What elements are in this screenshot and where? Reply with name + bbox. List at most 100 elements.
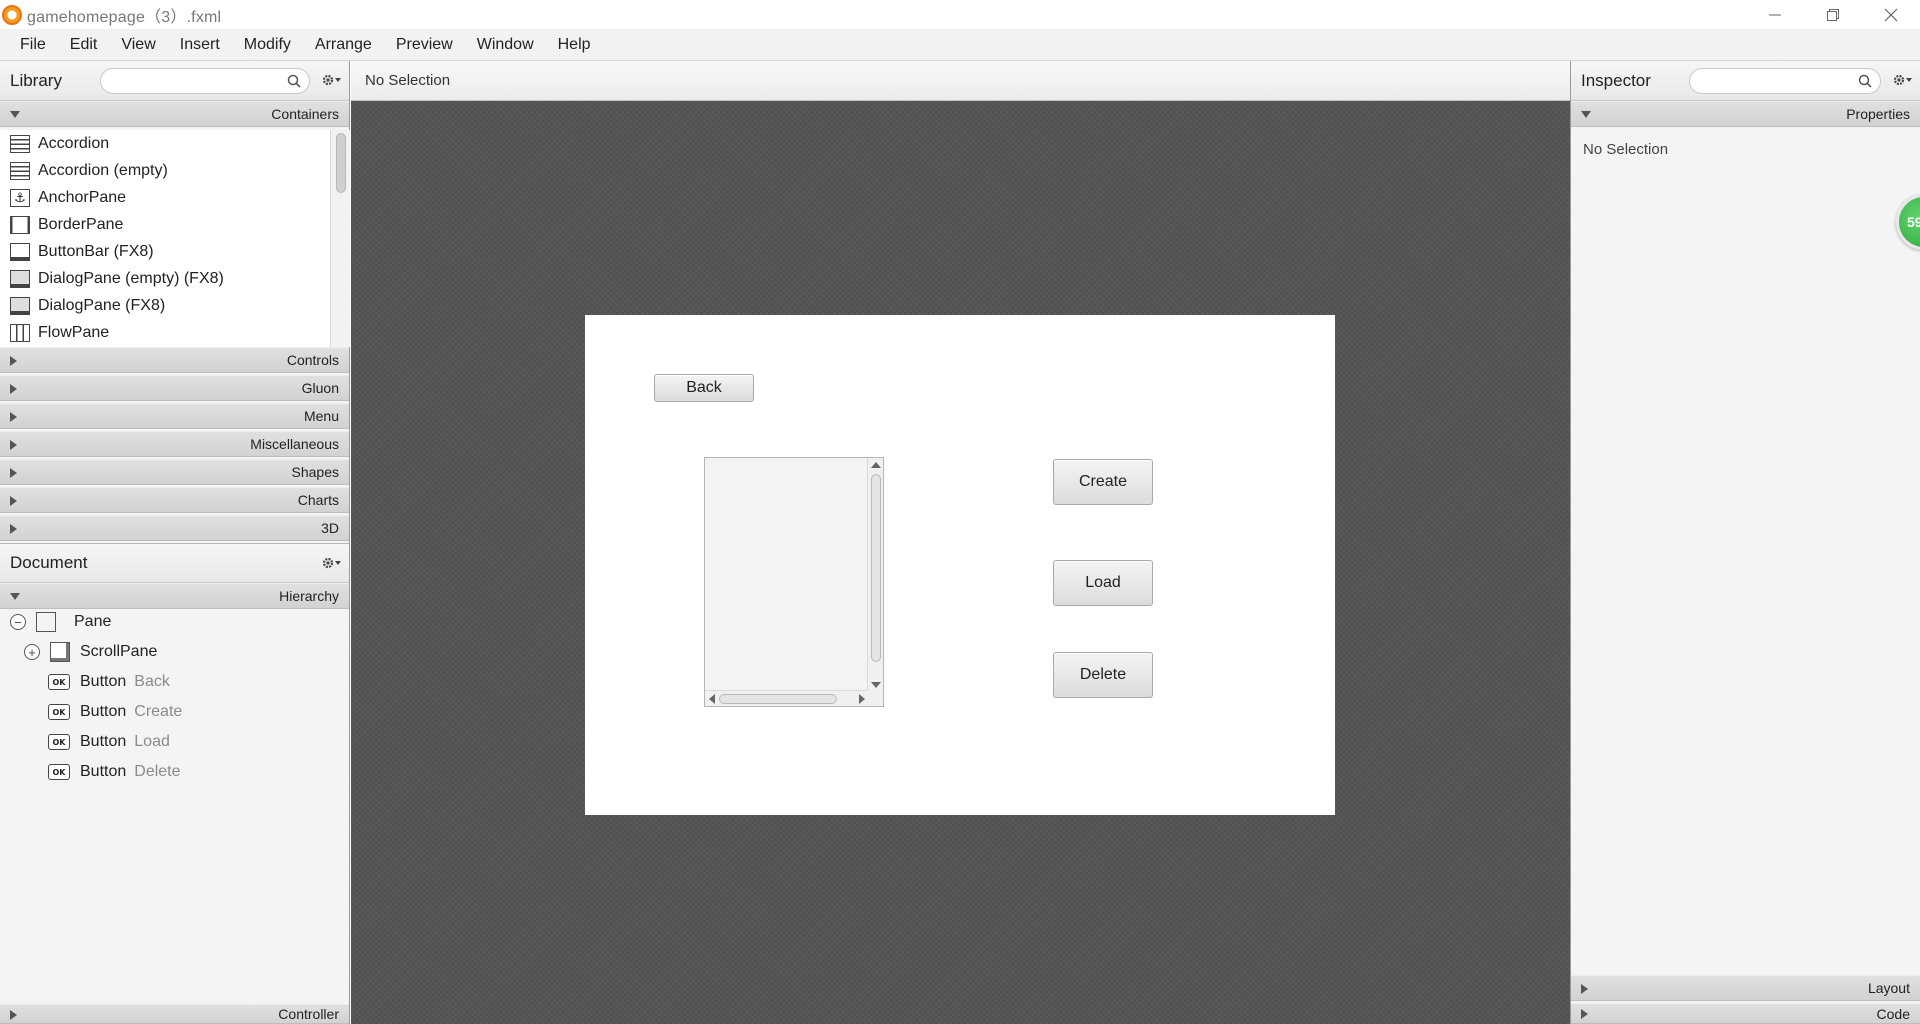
library-title: Library: [10, 70, 62, 90]
menu-preview[interactable]: Preview: [384, 36, 465, 54]
gear-icon: [322, 557, 341, 569]
menu-help[interactable]: Help: [546, 36, 603, 54]
close-button[interactable]: [1862, 0, 1920, 29]
library-search-input[interactable]: [100, 68, 310, 94]
scrollbar-thumb[interactable]: [871, 474, 881, 662]
library-item-dialogpane-empty[interactable]: DialogPane (empty) (FX8): [0, 265, 350, 292]
inspector-empty-text: No Selection: [1583, 141, 1669, 158]
vertical-scrollbar[interactable]: [867, 458, 883, 692]
library-item-accordion-empty[interactable]: Accordion (empty): [0, 157, 350, 184]
inspector-panel: Inspector Properties No Selection Layout…: [1570, 61, 1920, 1024]
scrollbar-thumb[interactable]: [719, 694, 837, 704]
section-controller[interactable]: Controller: [0, 1004, 349, 1024]
section-label: Properties: [1846, 106, 1910, 122]
document-settings-button[interactable]: [322, 556, 342, 570]
tree-node-button-back[interactable]: OK Button Back: [48, 667, 170, 697]
section-label: Controls: [286, 352, 339, 368]
library-item-anchorpane[interactable]: ⚓ AnchorPane: [0, 184, 350, 211]
section-menu[interactable]: Menu: [0, 403, 349, 429]
button-icon: OK: [48, 734, 70, 750]
library-item-flowpane[interactable]: FlowPane: [0, 319, 350, 346]
section-label: Miscellaneous: [250, 436, 339, 452]
library-item-label: Accordion (empty): [38, 161, 168, 179]
section-label: Gluon: [301, 380, 339, 396]
menu-insert[interactable]: Insert: [168, 36, 232, 54]
section-layout[interactable]: Layout: [1571, 975, 1920, 1001]
scroll-left-icon[interactable]: [709, 694, 715, 704]
menu-window[interactable]: Window: [465, 36, 546, 54]
inspector-settings-button[interactable]: [1893, 73, 1913, 87]
expand-icon: [10, 384, 17, 394]
horizontal-scrollbar[interactable]: [705, 690, 869, 706]
window-title: gamehomepage（3）.fxml: [27, 8, 222, 26]
menu-arrange[interactable]: Arrange: [303, 36, 384, 54]
scroll-right-icon[interactable]: [859, 694, 865, 704]
scroll-up-icon[interactable]: [871, 462, 881, 468]
gear-icon: [322, 74, 341, 86]
section-containers[interactable]: Containers: [0, 101, 349, 127]
tree-node-text: Create: [134, 703, 183, 720]
scrollbar-thumb[interactable]: [336, 133, 346, 193]
library-item-buttonbar[interactable]: ButtonBar (FX8): [0, 238, 350, 265]
section-charts[interactable]: Charts: [0, 487, 349, 513]
search-icon: [1858, 74, 1872, 88]
tree-node-button-load[interactable]: OK Button Load: [48, 727, 170, 757]
scroll-down-icon[interactable]: [871, 682, 881, 688]
menu-file[interactable]: File: [8, 36, 58, 54]
library-item-label: ButtonBar (FX8): [38, 242, 154, 260]
library-item-accordion[interactable]: Accordion: [0, 130, 350, 157]
create-button[interactable]: Create: [1053, 459, 1153, 505]
section-miscellaneous[interactable]: Miscellaneous: [0, 431, 349, 457]
gear-icon: [1893, 74, 1912, 86]
dialogpane-icon: [10, 269, 30, 288]
library-item-borderpane[interactable]: BorderPane: [0, 211, 350, 238]
library-item-label: Accordion: [38, 134, 110, 152]
section-gluon[interactable]: Gluon: [0, 375, 349, 401]
tree-node-button-delete[interactable]: OK Button Delete: [48, 757, 181, 787]
back-button[interactable]: Back: [654, 374, 754, 402]
document-header: Document: [0, 543, 349, 583]
library-settings-button[interactable]: [322, 73, 342, 87]
section-label: Hierarchy: [279, 588, 339, 604]
section-3d[interactable]: 3D: [0, 515, 349, 541]
anchorpane-icon: ⚓: [10, 188, 30, 207]
tree-node-pane[interactable]: − Pane: [10, 607, 111, 637]
inspector-title: Inspector: [1581, 70, 1651, 90]
tree-node-button-create[interactable]: OK Button Create: [48, 697, 182, 727]
section-shapes[interactable]: Shapes: [0, 459, 349, 485]
minimize-button[interactable]: [1746, 0, 1804, 29]
load-button[interactable]: Load: [1053, 560, 1153, 606]
accordion-icon: [10, 134, 30, 153]
delete-button[interactable]: Delete: [1053, 652, 1153, 698]
section-controls[interactable]: Controls: [0, 347, 349, 373]
selection-bar: No Selection: [351, 61, 1570, 101]
section-hierarchy[interactable]: Hierarchy: [0, 583, 349, 609]
library-header: Library: [0, 61, 349, 101]
tree-node-label: ScrollPane: [80, 643, 158, 660]
section-properties[interactable]: Properties: [1571, 101, 1920, 127]
title-bar: gamehomepage（3）.fxml: [0, 0, 1920, 29]
menu-modify[interactable]: Modify: [232, 36, 303, 54]
tree-node-scrollpane[interactable]: + ScrollPane: [24, 637, 157, 667]
search-icon: [287, 74, 301, 88]
menu-edit[interactable]: Edit: [58, 36, 110, 54]
library-item-dialogpane[interactable]: DialogPane (FX8): [0, 292, 350, 319]
expand-icon: [10, 1010, 17, 1020]
menu-view[interactable]: View: [109, 36, 167, 54]
collapse-node-icon[interactable]: −: [10, 614, 26, 630]
pane-icon: [36, 612, 56, 632]
restore-button[interactable]: [1804, 0, 1862, 29]
library-item-label: BorderPane: [38, 215, 124, 233]
section-label: Layout: [1867, 980, 1910, 996]
library-item-label: DialogPane (empty) (FX8): [38, 269, 224, 287]
document-title: Document: [10, 553, 88, 572]
section-label: Code: [1876, 1005, 1910, 1022]
library-item-label: AnchorPane: [38, 188, 127, 206]
library-scrollbar[interactable]: [330, 130, 350, 347]
scroll-pane[interactable]: [704, 457, 884, 707]
section-code[interactable]: Code: [1571, 1003, 1920, 1024]
inspector-search-input[interactable]: [1689, 68, 1881, 94]
expand-icon: [1581, 1009, 1588, 1019]
expand-node-icon[interactable]: +: [24, 644, 40, 660]
expand-icon: [10, 412, 17, 422]
